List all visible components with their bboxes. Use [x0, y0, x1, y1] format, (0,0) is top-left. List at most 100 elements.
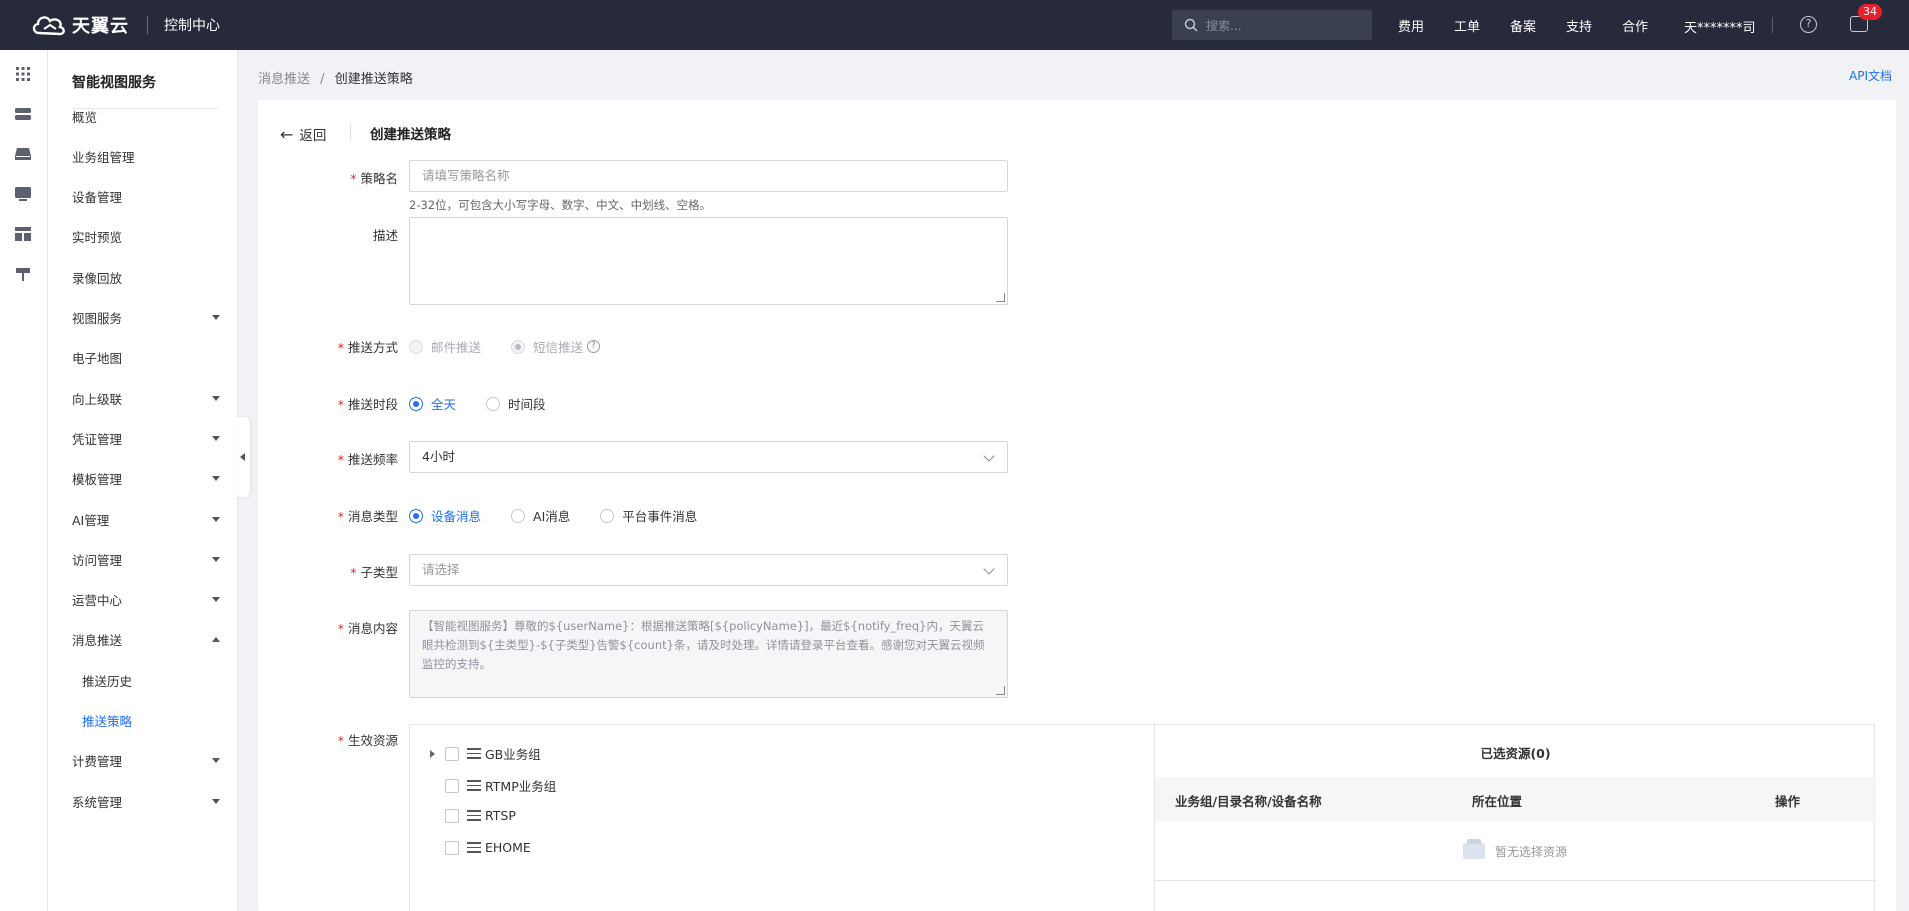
back-button[interactable]: ← 返回: [280, 124, 326, 145]
policy-name-label: * 策略名: [350, 171, 398, 186]
selected-resources-title: 已选资源(0): [1480, 746, 1551, 761]
tree-node-gb-group[interactable]: GB业务组: [430, 744, 541, 763]
sidebar-item-label: 访问管理: [72, 552, 123, 568]
radio-platform-event-message[interactable]: 平台事件消息: [600, 506, 697, 525]
sidebar-item-template[interactable]: 模板管理: [72, 469, 222, 489]
sidebar-item-playback[interactable]: 录像回放: [72, 267, 222, 287]
console-link[interactable]: 控制中心: [164, 15, 220, 35]
radio-email-push[interactable]: 邮件推送: [409, 337, 481, 356]
sidebar-item-live-preview[interactable]: 实时预览: [72, 227, 222, 247]
sidebar-item-push-policy[interactable]: 推送策略: [82, 711, 222, 731]
breadcrumb-current: 创建推送策略: [334, 72, 413, 87]
empty-box-icon: [1463, 839, 1485, 859]
sub-type-select[interactable]: 请选择: [409, 554, 1008, 586]
sidebar-collapse-toggle[interactable]: [236, 417, 250, 497]
sidebar-item-label: 计费管理: [72, 754, 123, 770]
question-help-icon[interactable]: ?: [587, 340, 601, 353]
api-doc-link[interactable]: API文档: [1849, 67, 1892, 84]
sidebar-item-credential[interactable]: 凭证管理: [72, 428, 222, 448]
monitor-icon[interactable]: [14, 185, 32, 203]
push-period-radio-group: 全天 时间段: [409, 394, 576, 413]
top-navbar: 天翼云 控制中心 搜索... 费用 工单 备案 支持 合作 天*******司 …: [0, 0, 1909, 50]
radio-sms-push[interactable]: 短信推送: [511, 337, 583, 356]
tree-node-rtmp-group[interactable]: RTMP业务组: [430, 776, 556, 795]
checkbox[interactable]: [445, 808, 459, 823]
sidebar-item-operation-center[interactable]: 运营中心: [72, 590, 222, 610]
nav-filing[interactable]: 备案: [1510, 16, 1536, 35]
radio-time-range[interactable]: 时间段: [486, 394, 546, 413]
push-frequency-value: 4小时: [422, 449, 455, 464]
radio-ai-message[interactable]: AI消息: [511, 506, 570, 525]
selected-table-header: 业务组/目录名称/设备名称 所在位置 操作: [1155, 777, 1876, 821]
nav-tickets[interactable]: 工单: [1454, 16, 1480, 35]
push-period-label: * 推送时段: [337, 397, 398, 412]
push-frequency-select[interactable]: 4小时: [409, 441, 1008, 473]
storage-icon[interactable]: [14, 145, 32, 163]
grid-apps-icon[interactable]: [14, 65, 32, 83]
sidebar-item-ai[interactable]: AI管理: [72, 509, 222, 529]
tree-node-ehome[interactable]: EHOME: [430, 840, 531, 855]
radio-all-day[interactable]: 全天: [409, 394, 456, 413]
user-account-menu[interactable]: 天*******司: [1684, 17, 1756, 36]
chevron-down-icon: [983, 563, 995, 575]
sub-type-label: * 子类型: [350, 565, 398, 580]
checkbox[interactable]: [445, 840, 459, 855]
resize-handle-icon[interactable]: [996, 686, 1005, 695]
radio-circle: [486, 396, 501, 411]
help-icon[interactable]: ?: [1800, 16, 1817, 33]
push-method-label: * 推送方式: [337, 340, 398, 355]
global-search-input[interactable]: 搜索...: [1172, 10, 1372, 40]
sidebar-item-business-group[interactable]: 业务组管理: [72, 146, 222, 166]
caret-right-icon[interactable]: [430, 749, 435, 758]
sidebar-item-label: 运营中心: [72, 593, 123, 609]
resize-handle-icon[interactable]: [996, 293, 1005, 302]
sidebar-item-e-map[interactable]: 电子地图: [72, 348, 222, 368]
description-textarea[interactable]: [409, 217, 1008, 305]
sidebar-item-view-service[interactable]: 视图服务: [72, 308, 222, 328]
sidebar-item-upper-cascade[interactable]: 向上级联: [72, 388, 222, 408]
checkbox[interactable]: [445, 778, 459, 793]
server-icon[interactable]: [14, 105, 32, 123]
chevron-down-icon: [212, 758, 220, 764]
push-frequency-label: * 推送频率: [337, 452, 398, 467]
search-placeholder: 搜索...: [1206, 18, 1242, 33]
sidebar-item-access[interactable]: 访问管理: [72, 549, 222, 569]
nav-fees[interactable]: 费用: [1398, 16, 1424, 35]
create-policy-card: ← 返回 创建推送策略 * 策略名 请填写策略名称 2-32位，可包含大小写字母、…: [258, 100, 1896, 911]
sidebar-item-billing[interactable]: 计费管理: [72, 751, 222, 771]
breadcrumb-parent[interactable]: 消息推送: [258, 72, 310, 87]
message-content-textarea[interactable]: 【智能视图服务】尊敬的${userName}：根据推送策略[${policyNa…: [409, 610, 1008, 698]
chevron-down-icon: [212, 516, 220, 522]
radio-circle: [511, 508, 526, 523]
nav-partner[interactable]: 合作: [1622, 16, 1648, 35]
tools-icon[interactable]: [14, 265, 32, 283]
sidebar-item-message-push[interactable]: 消息推送: [72, 630, 222, 650]
sidebar-item-push-history[interactable]: 推送历史: [82, 670, 222, 690]
checkbox[interactable]: [445, 746, 459, 761]
column-location: 所在位置: [1472, 794, 1523, 809]
nav-support[interactable]: 支持: [1566, 16, 1592, 35]
top-nav-links: 费用 工单 备案 支持 合作: [1398, 0, 1678, 50]
sidebar-item-device[interactable]: 设备管理: [72, 187, 222, 207]
policy-name-hint: 2-32位，可包含大小写字母、数字、中文、中划线、空格。: [409, 198, 712, 212]
list-icon: [467, 748, 481, 759]
header-divider: [350, 124, 351, 140]
arrow-left-icon: ←: [280, 124, 294, 144]
list-icon: [467, 780, 481, 791]
chevron-down-icon: [983, 450, 995, 462]
tree-node-rtsp[interactable]: RTSP: [430, 808, 516, 823]
sidebar-item-overview[interactable]: 概览: [72, 106, 222, 126]
chevron-down-icon: [212, 798, 220, 804]
policy-name-input[interactable]: 请填写策略名称: [409, 160, 1008, 192]
list-icon: [467, 810, 481, 821]
radio-circle: [409, 508, 423, 523]
layout-icon[interactable]: [14, 225, 32, 243]
brand-logo[interactable]: 天翼云: [30, 12, 129, 38]
sidebar-item-label: 实时预览: [72, 230, 123, 246]
column-name: 业务组/目录名称/设备名称: [1175, 794, 1322, 809]
sidebar-item-system[interactable]: 系统管理: [72, 791, 222, 811]
sidebar-item-label: 业务组管理: [72, 149, 135, 165]
page-title: 创建推送策略: [370, 127, 451, 143]
radio-device-message[interactable]: 设备消息: [409, 506, 481, 525]
sidebar-item-label: 模板管理: [72, 472, 123, 488]
